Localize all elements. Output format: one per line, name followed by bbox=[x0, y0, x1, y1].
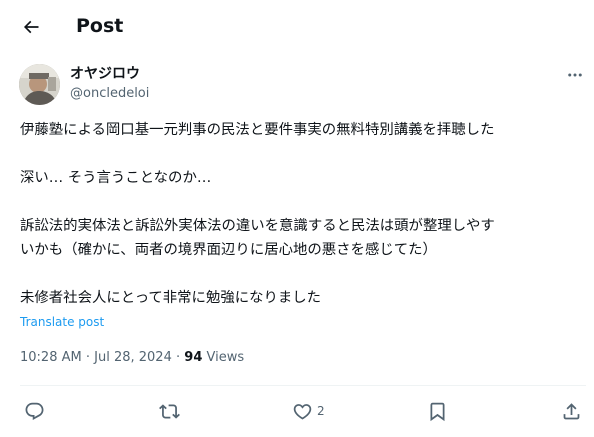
like-count: 2 bbox=[317, 404, 325, 418]
share-icon bbox=[563, 402, 580, 419]
share-button[interactable] bbox=[561, 398, 582, 424]
like-button[interactable]: 2 bbox=[292, 398, 325, 424]
retweet-icon bbox=[159, 403, 180, 419]
tweet-line: 未修者社会人にとって非常に勉強になりました bbox=[20, 290, 322, 306]
tweet-text: 伊藤塾による岡口基一元判事の民法と要件事実の無料特別講義を拝聴した 深い… そう… bbox=[20, 118, 586, 310]
tweet-line bbox=[20, 262, 586, 286]
more-horizontal-icon bbox=[568, 73, 582, 77]
avatar[interactable] bbox=[19, 64, 60, 105]
meta-separator: · bbox=[176, 350, 181, 365]
tweet-line bbox=[20, 190, 586, 214]
page-title: Post bbox=[76, 15, 124, 37]
more-button[interactable] bbox=[560, 64, 590, 86]
heart-icon bbox=[293, 403, 312, 420]
back-button[interactable] bbox=[14, 10, 48, 44]
tweet-line: 伊藤塾による岡口基一元判事の民法と要件事実の無料特別講義を拝聴した bbox=[20, 122, 495, 138]
action-bar: 2 bbox=[0, 392, 594, 430]
tweet-line: いかも（確かに、両者の境界面辺りに居心地の悪さを感じてた） bbox=[20, 242, 437, 258]
post-time[interactable]: 10:28 AM bbox=[20, 350, 82, 365]
avatar-image bbox=[19, 64, 60, 105]
views-count: 94 bbox=[184, 350, 203, 365]
divider bbox=[20, 385, 586, 386]
post-date[interactable]: Jul 28, 2024 bbox=[94, 350, 172, 365]
reply-button[interactable] bbox=[24, 398, 45, 424]
tweet-line bbox=[20, 142, 586, 166]
meta-separator: · bbox=[85, 350, 90, 365]
bookmark-icon bbox=[430, 402, 445, 421]
header: Post bbox=[0, 0, 594, 53]
author-name[interactable]: オヤジロウ bbox=[70, 64, 140, 84]
bookmark-button[interactable] bbox=[427, 398, 448, 424]
retweet-button[interactable] bbox=[159, 398, 180, 424]
post-meta: 10:28 AM · Jul 28, 2024 · 94 Views bbox=[20, 348, 244, 368]
arrow-left-icon bbox=[23, 20, 39, 34]
reply-icon bbox=[25, 402, 44, 420]
translate-post-link[interactable]: Translate post bbox=[20, 314, 104, 330]
tweet-line: 訴訟法的実体法と訴訟外実体法の違いを意識すると民法は頭が整理しやす bbox=[20, 218, 495, 234]
views-label: Views bbox=[206, 350, 245, 365]
author-handle[interactable]: @oncledeloi bbox=[70, 85, 149, 103]
tweet-line: 深い… そう言うことなのか… bbox=[20, 170, 212, 186]
